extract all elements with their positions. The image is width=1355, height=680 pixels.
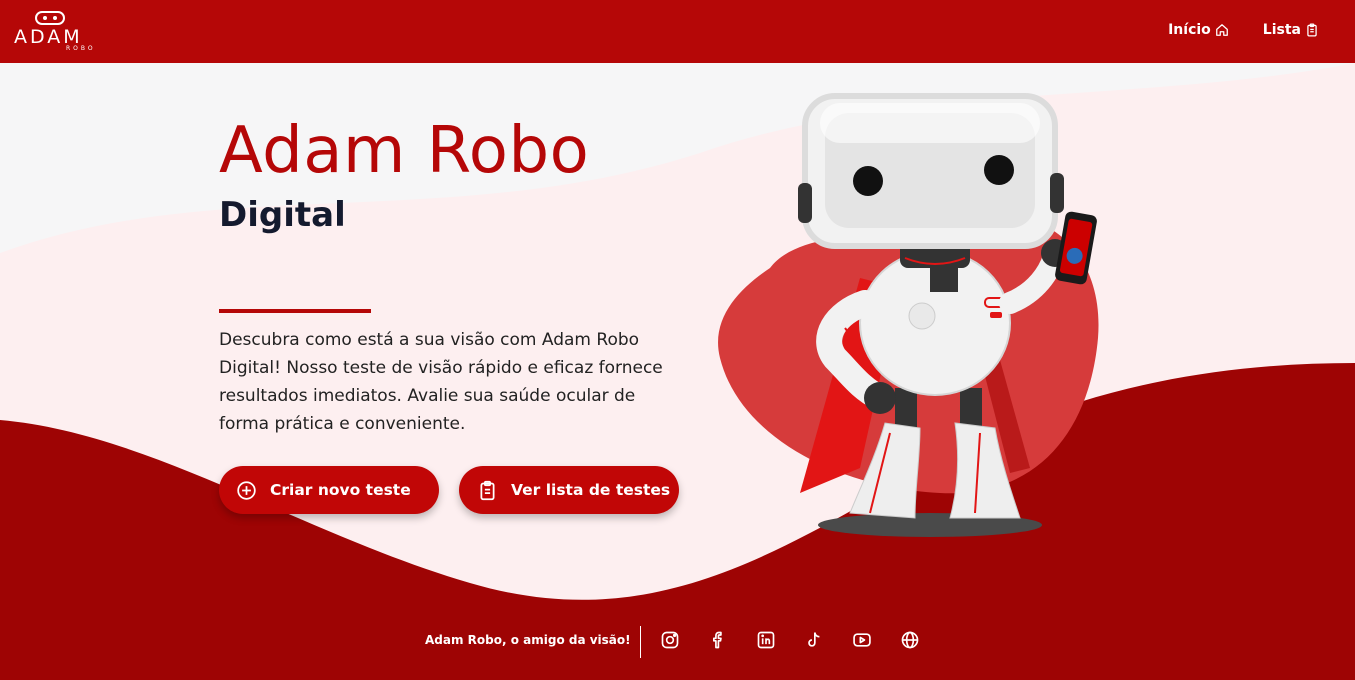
nav-lista-label: Lista	[1262, 22, 1301, 38]
youtube-icon	[853, 633, 871, 647]
instagram-link[interactable]	[660, 630, 680, 650]
hero-subtitle: Digital	[219, 195, 346, 235]
create-test-button[interactable]: Criar novo teste	[219, 466, 439, 514]
facebook-icon	[713, 631, 722, 649]
website-link[interactable]	[900, 630, 920, 650]
nav-inicio-label: Início	[1168, 22, 1211, 38]
title-divider	[219, 309, 371, 313]
view-tests-button[interactable]: Ver lista de testes	[459, 466, 679, 514]
nav-lista[interactable]: Lista	[1263, 22, 1319, 38]
robot-mascot-illustration	[718, 93, 1099, 537]
hero-description: Descubra como está a sua visão com Adam …	[219, 330, 663, 434]
social-links	[660, 630, 920, 650]
view-tests-label: Ver lista de testes	[511, 481, 671, 499]
youtube-link[interactable]	[852, 630, 872, 650]
footer-divider	[640, 626, 641, 658]
plus-circle-icon	[237, 480, 256, 500]
linkedin-icon	[757, 631, 775, 649]
main-nav: Início Lista	[1168, 22, 1319, 38]
nav-inicio[interactable]: Início	[1168, 22, 1229, 38]
tiktok-icon	[808, 632, 820, 647]
globe-icon	[901, 631, 919, 649]
hero-title: Adam Robo	[219, 114, 590, 188]
clipboard-icon	[1307, 23, 1317, 37]
logo-subtext: ROBO	[66, 45, 96, 52]
instagram-icon	[661, 631, 679, 649]
top-bar: ADAM ROBO Início Lista	[0, 0, 1355, 63]
create-test-label: Criar novo teste	[270, 481, 411, 499]
facebook-link[interactable]	[708, 630, 728, 650]
home-icon	[1215, 24, 1228, 36]
footer-slogan: Adam Robo, o amigo da visão!	[425, 633, 631, 647]
linkedin-link[interactable]	[756, 630, 776, 650]
tiktok-link[interactable]	[804, 630, 824, 650]
adam-robo-logo[interactable]: ADAM ROBO	[14, 8, 114, 54]
clipboard-list-icon	[480, 480, 495, 500]
